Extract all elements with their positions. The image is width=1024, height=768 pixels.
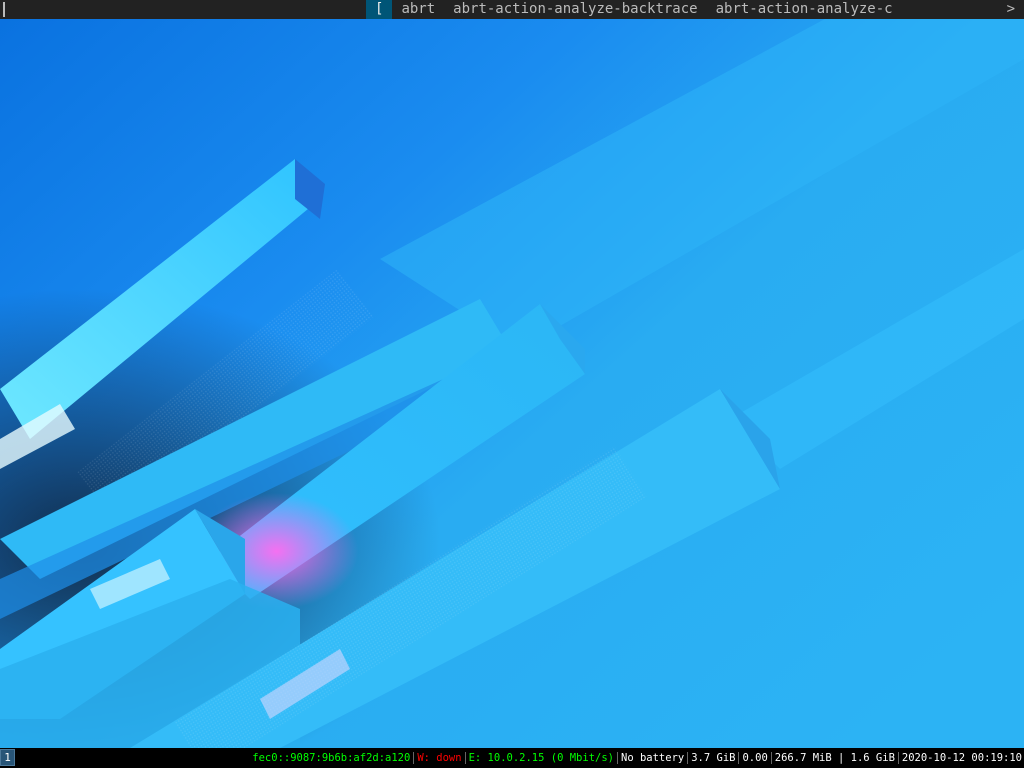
status-separator xyxy=(687,752,689,764)
status-separator xyxy=(738,752,740,764)
status-memory: 266.7 MiB | 1.6 GiB xyxy=(774,752,895,764)
status-blocks: fec0::9087:9b6b:af2d:a120 W: down E: 10.… xyxy=(250,748,1024,768)
status-load: 0.00 xyxy=(742,752,768,764)
status-ipv6: fec0::9087:9b6b:af2d:a120 xyxy=(252,752,411,764)
status-bar: 1 fec0::9087:9b6b:af2d:a120 W: down E: 1… xyxy=(0,748,1024,768)
status-separator xyxy=(617,752,618,764)
status-wireless: W: down xyxy=(417,752,462,764)
status-disk: 3.7 GiB xyxy=(691,752,736,764)
status-separator xyxy=(897,752,899,764)
status-separator xyxy=(464,752,466,764)
dmenu-item-list: [ abrt abrt-action-analyze-backtrace abr… xyxy=(366,0,902,19)
dmenu-more-indicator[interactable]: > xyxy=(1007,0,1015,19)
desktop: [ abrt abrt-action-analyze-backtrace abr… xyxy=(0,0,1024,768)
dmenu-item-abrt-action-analyze-c[interactable]: abrt-action-analyze-c xyxy=(707,0,902,19)
status-ethernet: E: 10.0.2.15 (0 Mbit/s) xyxy=(468,752,614,764)
status-datetime: 2020-10-12 00:19:10 xyxy=(901,752,1022,764)
wallpaper-image xyxy=(0,19,1024,748)
workspace-button-1[interactable]: 1 xyxy=(0,749,15,766)
dmenu-input[interactable] xyxy=(4,1,174,18)
dmenu-item-abrt[interactable]: abrt xyxy=(392,0,444,19)
status-separator xyxy=(413,752,415,764)
status-separator xyxy=(770,752,772,764)
dmenu-item-selected[interactable]: [ xyxy=(366,0,393,19)
status-battery: No battery xyxy=(621,752,685,764)
text-cursor xyxy=(3,2,5,17)
dmenu-bar: [ abrt abrt-action-analyze-backtrace abr… xyxy=(0,0,1024,19)
dmenu-item-abrt-action-analyze-backtrace[interactable]: abrt-action-analyze-backtrace xyxy=(444,0,706,19)
wallpaper xyxy=(0,19,1024,748)
